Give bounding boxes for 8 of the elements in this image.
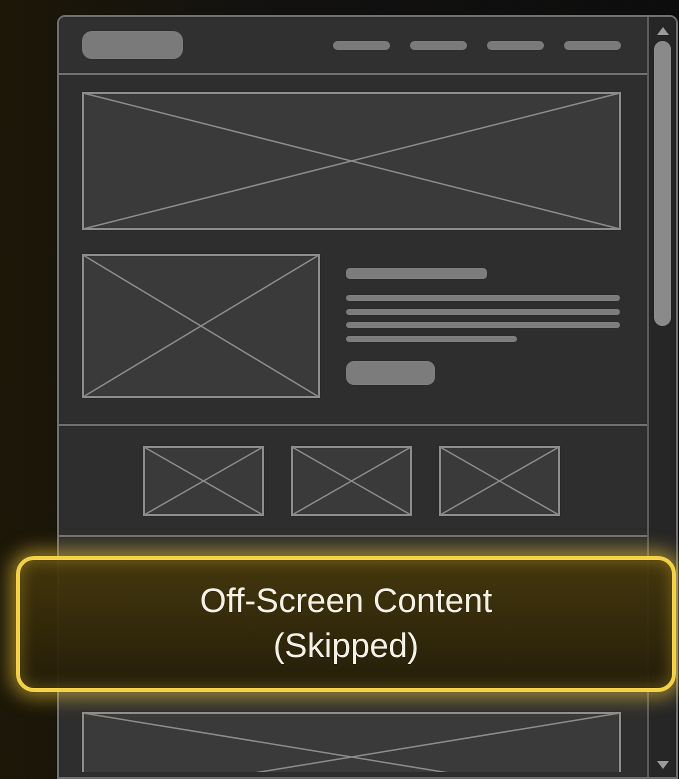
scroll-down-icon[interactable] [656,761,668,769]
scroll-up-icon[interactable] [656,27,668,35]
nav-link-placeholder [487,40,544,50]
scrollbar-thumb[interactable] [654,41,671,326]
callout-label: Off-Screen Content (Skipped) [200,580,492,667]
nav-link-placeholder [410,40,467,50]
nav-link-placeholder [333,40,390,50]
nav-link-placeholder [564,40,621,50]
